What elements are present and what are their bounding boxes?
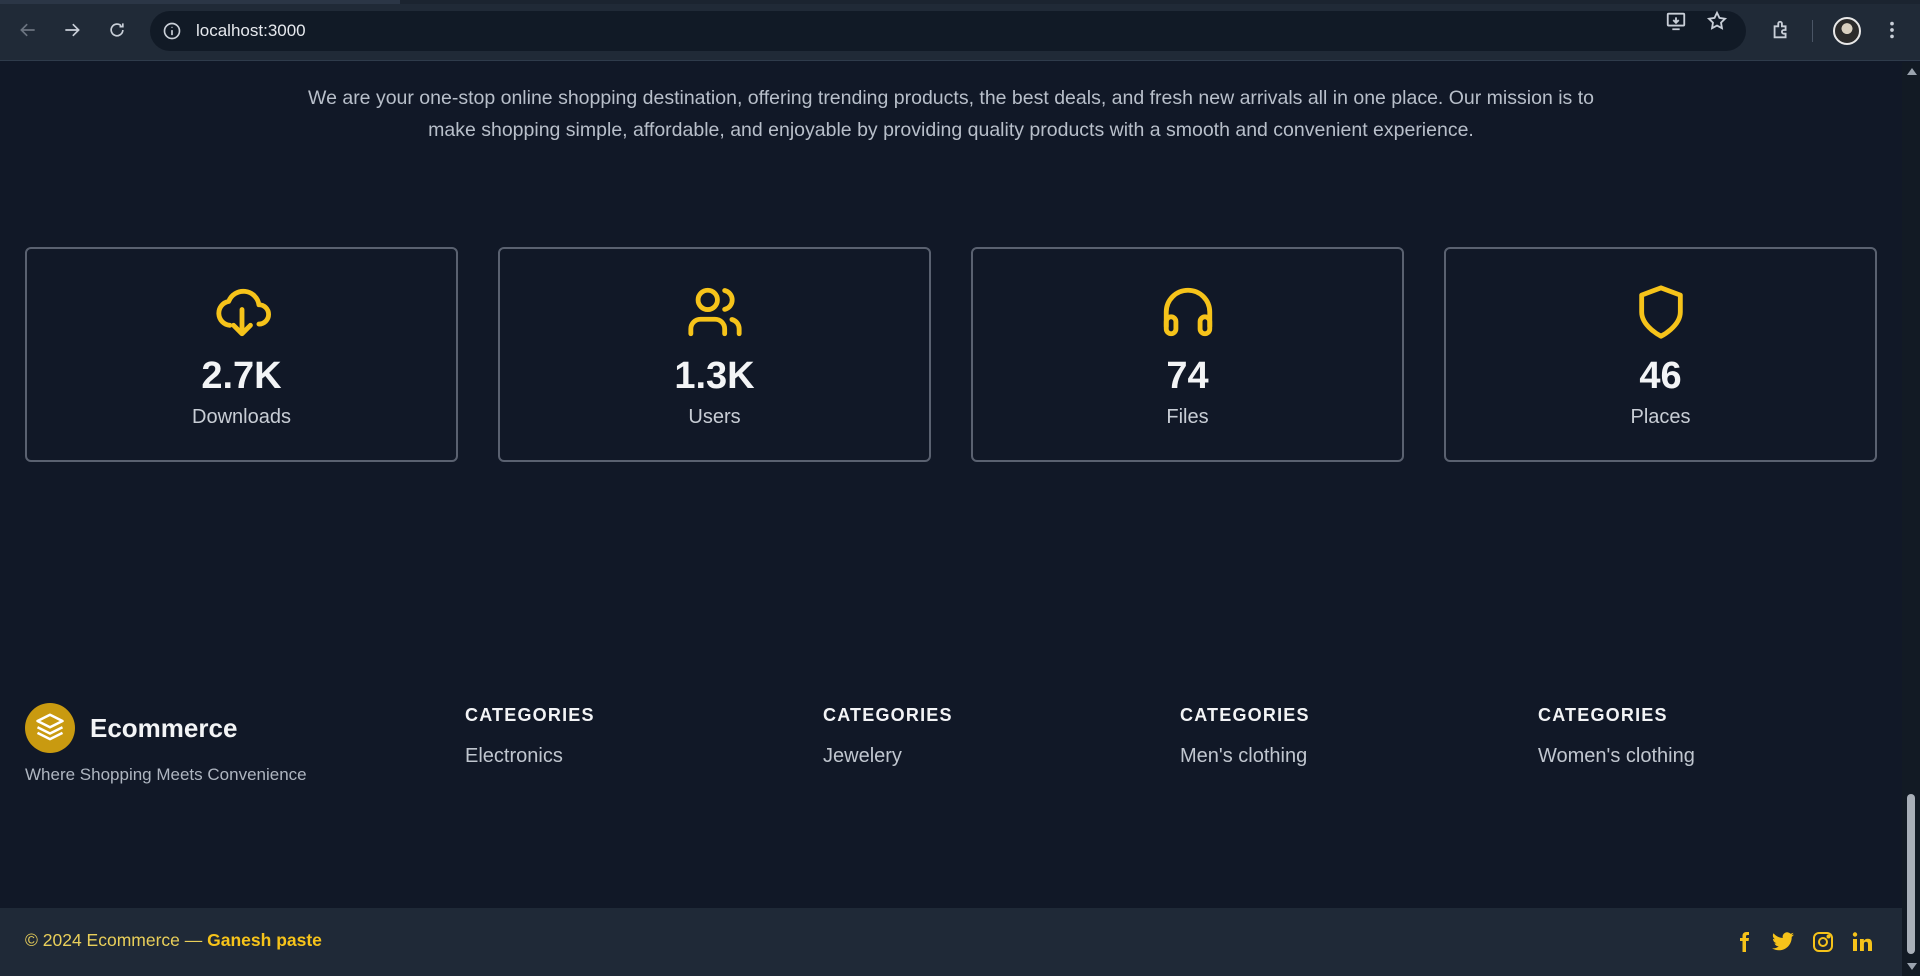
back-arrow-icon[interactable]: [14, 16, 42, 44]
scroll-down-arrow[interactable]: [1907, 963, 1917, 970]
footer-bottom-bar: © 2024 Ecommerce — Ganesh paste: [0, 908, 1902, 976]
stat-value: 2.7K: [201, 355, 282, 397]
stat-card-files: 74 Files: [971, 247, 1404, 462]
stat-value: 74: [1166, 355, 1209, 397]
copyright-prefix: © 2024 Ecommerce —: [25, 930, 208, 950]
stat-card-downloads: 2.7K Downloads: [25, 247, 458, 462]
scroll-up-arrow[interactable]: [1907, 68, 1917, 75]
footer-column-heading: CATEGORIES: [1538, 705, 1668, 725]
stat-card-users: 1.3K Users: [498, 247, 931, 462]
url-text[interactable]: localhost:3000: [196, 21, 306, 41]
shield-icon: [1630, 283, 1692, 341]
headphones-icon: [1157, 283, 1219, 341]
footer-link-mens-clothing[interactable]: Men's clothing: [1180, 745, 1310, 768]
footer-column-2: CATEGORIES Jewelery: [823, 705, 953, 768]
stat-label: Files: [1166, 406, 1209, 428]
brand-tagline: Where Shopping Meets Convenience: [25, 765, 307, 784]
extensions-icon[interactable]: [1767, 16, 1795, 44]
footer-column-4: CATEGORIES Women's clothing: [1538, 705, 1695, 768]
copyright-text: © 2024 Ecommerce — Ganesh paste: [25, 930, 322, 951]
author-name[interactable]: Ganesh paste: [207, 930, 322, 950]
users-icon: [684, 283, 746, 341]
footer-column-1: CATEGORIES Electronics: [465, 705, 595, 768]
linkedin-icon[interactable]: [1848, 928, 1876, 956]
twitter-icon[interactable]: [1769, 928, 1797, 956]
footer-link-jewelery[interactable]: Jewelery: [823, 745, 953, 768]
forward-arrow-icon[interactable]: [58, 16, 86, 44]
tab-strip: [0, 0, 1920, 4]
reload-icon[interactable]: [103, 16, 131, 44]
brand-logo[interactable]: [25, 703, 75, 753]
kebab-menu-icon[interactable]: [1878, 16, 1906, 44]
install-app-icon[interactable]: [1664, 10, 1688, 32]
layers-icon: [35, 711, 65, 745]
mission-text: We are your one-stop online shopping des…: [308, 87, 1594, 141]
stat-card-places: 46 Places: [1444, 247, 1877, 462]
active-tab[interactable]: [0, 0, 400, 4]
cloud-download-icon: [211, 283, 273, 341]
page-scrollbar[interactable]: [1902, 62, 1920, 976]
brand-name[interactable]: Ecommerce: [90, 713, 237, 744]
footer-column-heading: CATEGORIES: [823, 705, 953, 725]
footer-column-heading: CATEGORIES: [1180, 705, 1310, 725]
address-bar[interactable]: localhost:3000: [150, 11, 1746, 51]
stat-label: Users: [688, 406, 741, 428]
site-info-icon[interactable]: [162, 21, 182, 41]
bookmark-star-icon[interactable]: [1705, 10, 1729, 32]
footer-column-heading: CATEGORIES: [465, 705, 595, 725]
footer-link-electronics[interactable]: Electronics: [465, 745, 595, 768]
facebook-icon[interactable]: [1730, 928, 1758, 956]
toolbar-divider: [1812, 20, 1813, 42]
stat-value: 1.3K: [674, 355, 755, 397]
browser-toolbar: localhost:3000: [0, 0, 1920, 61]
footer-column-3: CATEGORIES Men's clothing: [1180, 705, 1310, 768]
stat-label: Places: [1630, 406, 1691, 428]
instagram-icon[interactable]: [1809, 928, 1837, 956]
page-viewport: We are your one-stop online shopping des…: [0, 62, 1902, 976]
scroll-thumb[interactable]: [1907, 794, 1915, 954]
profile-avatar[interactable]: [1833, 17, 1861, 45]
stat-value: 46: [1639, 355, 1682, 397]
footer-link-womens-clothing[interactable]: Women's clothing: [1538, 745, 1695, 768]
stat-label: Downloads: [192, 406, 291, 428]
